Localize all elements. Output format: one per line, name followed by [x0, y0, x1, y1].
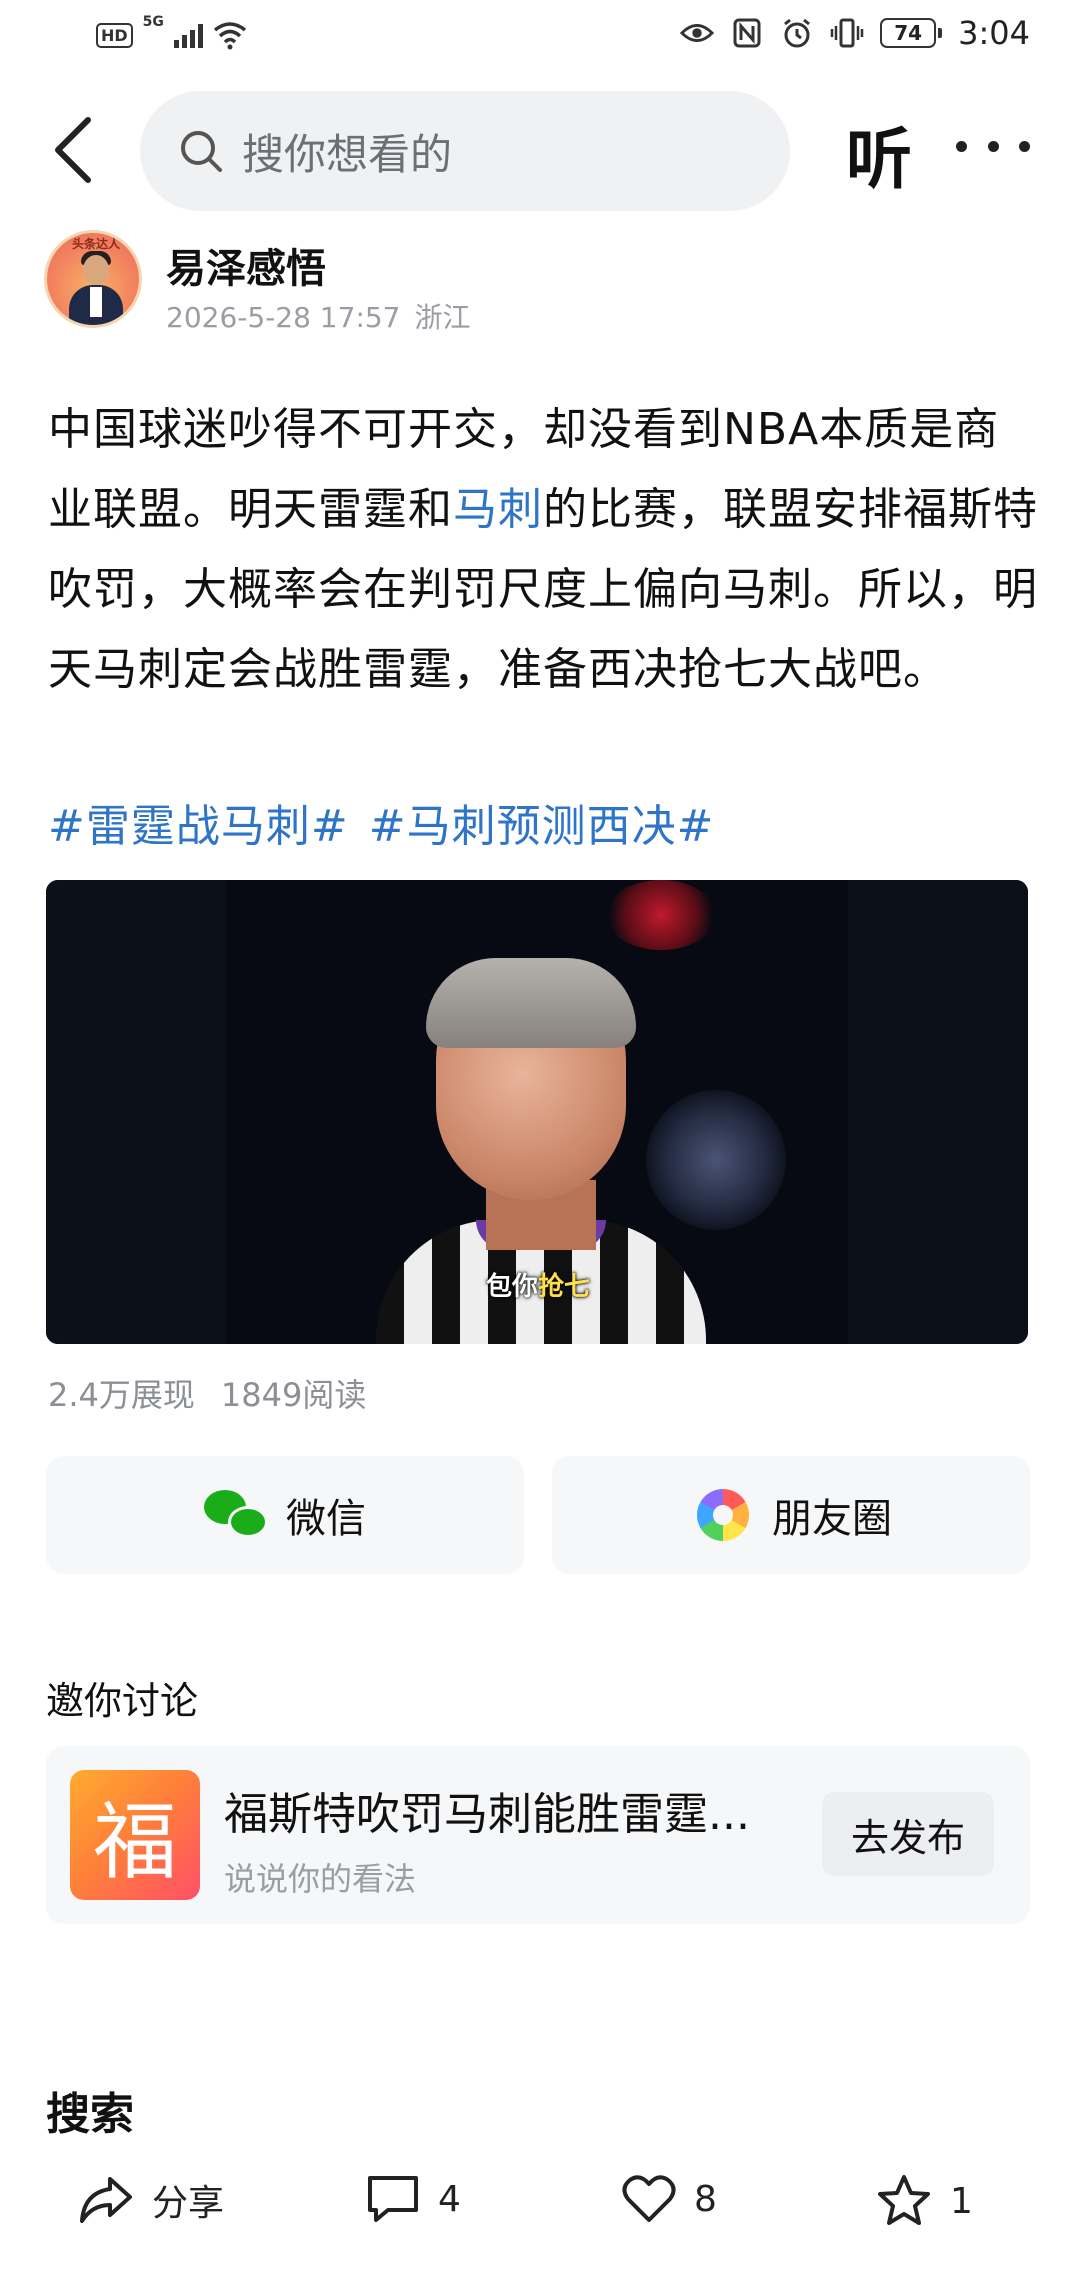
avatar-head	[83, 255, 109, 285]
hashtag[interactable]: #马刺预测西决#	[369, 801, 715, 852]
back-arrow-icon	[55, 117, 91, 183]
reads-count: 1849阅读	[220, 1376, 367, 1414]
moments-icon-wrap	[690, 1488, 756, 1542]
hashtags: #雷霆战马刺# #马刺预测西决#	[48, 790, 714, 854]
avatar-shirt	[90, 287, 102, 317]
wifi-icon	[213, 18, 247, 52]
wechat-bubble	[228, 1506, 268, 1538]
publish-button[interactable]: 去发布	[822, 1792, 994, 1876]
author-header: 头条达人 易泽感悟 2026-5-28 17:57 浙江	[44, 224, 1044, 340]
network-type: 5G	[142, 14, 164, 30]
comment-count: 4	[438, 2178, 461, 2220]
more-dot	[1019, 140, 1030, 152]
back-button[interactable]	[44, 114, 108, 186]
status-bar: HD 5G 74 3:04	[0, 0, 1080, 74]
status-right: 74 3:04	[680, 14, 1030, 52]
caption-highlight: 抢七	[538, 1272, 591, 1302]
eye-icon	[680, 16, 715, 50]
team-link[interactable]: 马刺	[453, 484, 543, 535]
wechat-icon	[204, 1488, 270, 1542]
more-options-button[interactable]	[956, 116, 1030, 176]
hashtag[interactable]: #雷霆战马刺#	[48, 801, 349, 852]
video-side-panel	[46, 880, 226, 1344]
more-dot	[987, 140, 999, 152]
top-bar: 搜你想看的 听	[0, 88, 1080, 212]
hd-indicator: HD	[96, 22, 133, 48]
wechat-label: 微信	[286, 1496, 366, 1542]
moments-label: 朋友圈	[772, 1496, 892, 1542]
discussion-card[interactable]: 福 福斯特吹罚马刺能胜雷霆... 说说你的看法 去发布	[46, 1746, 1030, 1924]
favorite-button[interactable]: 1	[876, 2174, 973, 2228]
battery-icon: 74	[880, 18, 943, 48]
discussion-topic: 福斯特吹罚马刺能胜雷霆...	[224, 1789, 750, 1840]
favorite-count: 1	[950, 2180, 973, 2222]
share-button[interactable]: 分享	[78, 2174, 224, 2226]
author-name[interactable]: 易泽感悟	[166, 236, 326, 294]
post-date: 2026-5-28 17:57	[166, 301, 401, 334]
share-row: 微信 朋友圈	[46, 1456, 1030, 1574]
video-player[interactable]: 包你抢七	[46, 880, 1028, 1344]
share-label: 分享	[152, 2183, 225, 2224]
referee-hair	[426, 958, 636, 1048]
impressions-count: 2.4万展现	[48, 1376, 195, 1414]
moments-icon	[697, 1489, 749, 1541]
comment-button[interactable]: 4	[366, 2174, 461, 2224]
search-icon	[181, 131, 222, 172]
like-count: 8	[694, 2178, 717, 2220]
background-light	[606, 880, 716, 950]
discussion-subtitle: 说说你的看法	[224, 1860, 417, 1898]
search-placeholder: 搜你想看的	[242, 129, 453, 179]
comment-icon	[368, 2176, 418, 2222]
video-side-panel	[848, 880, 1028, 1344]
search-bar[interactable]: 搜你想看的	[140, 91, 790, 211]
clock: 3:04	[958, 14, 1030, 52]
signal-icon	[173, 22, 203, 48]
alarm-icon	[780, 16, 814, 50]
post-text: 中国球迷吵得不可开交，却没看到NBA本质是商业联盟。明天雷霆和马刺的比赛，联盟安…	[48, 390, 1038, 710]
avatar-banner: 头条达人	[71, 237, 120, 251]
heart-icon	[622, 2175, 676, 2222]
star-icon	[878, 2175, 930, 2225]
more-dot	[956, 140, 967, 152]
post-location: 浙江	[414, 301, 471, 334]
author-avatar[interactable]: 头条达人	[44, 230, 142, 328]
like-button[interactable]: 8	[622, 2174, 717, 2224]
post-stats: 2.4万展现 1849阅读	[48, 1370, 366, 1416]
vibrate-icon	[830, 16, 864, 50]
discussion-heading: 邀你讨论	[46, 1679, 199, 1723]
share-wechat-button[interactable]: 微信	[46, 1456, 524, 1574]
video-caption: 包你抢七	[486, 1266, 590, 1303]
share-icon	[80, 2177, 132, 2223]
background-light	[646, 1090, 786, 1230]
share-moments-button[interactable]: 朋友圈	[552, 1456, 1030, 1574]
nfc-icon	[730, 16, 764, 50]
caption-text: 包你	[486, 1272, 539, 1302]
bottom-action-bar: 分享 4 8 1	[0, 2150, 1080, 2280]
post-meta: 2026-5-28 17:57 浙江	[166, 296, 471, 336]
topic-badge: 福	[70, 1770, 200, 1900]
search-section-title: 搜索	[46, 2089, 134, 2140]
listen-button[interactable]: 听	[846, 106, 912, 202]
status-left: HD 5G	[96, 14, 247, 52]
